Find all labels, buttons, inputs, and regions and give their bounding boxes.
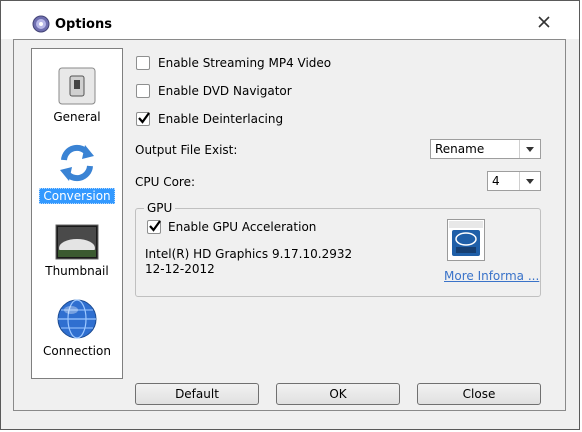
sidebar-item-label: General bbox=[53, 110, 101, 124]
cpu-core-label: CPU Core: bbox=[135, 175, 196, 189]
sidebar-item-label: Thumbnail bbox=[45, 264, 109, 278]
switch-icon bbox=[58, 67, 96, 105]
refresh-arrows-icon bbox=[60, 144, 94, 182]
output-file-exist-label: Output File Exist: bbox=[135, 143, 238, 157]
sidebar-item-connection[interactable]: Connection bbox=[32, 298, 122, 358]
chevron-down-icon bbox=[519, 140, 534, 158]
sidebar-item-thumbnail[interactable]: Thumbnail bbox=[32, 224, 122, 278]
output-file-exist-select[interactable]: Rename bbox=[430, 139, 541, 159]
image-icon bbox=[55, 224, 99, 260]
gpu-group-label: GPU bbox=[144, 201, 176, 215]
cpu-core-value: 4 bbox=[492, 174, 500, 188]
deinterlacing-checkbox[interactable] bbox=[136, 112, 150, 126]
gpu-adapter-text: Intel(R) HD Graphics 9.17.10.2932 bbox=[145, 247, 353, 261]
output-file-exist-value: Rename bbox=[435, 142, 485, 156]
intel-core-badge-icon bbox=[447, 219, 485, 261]
window-title: Options bbox=[55, 17, 112, 32]
title-bar: Options bbox=[1, 1, 579, 39]
chevron-down-icon bbox=[519, 172, 534, 190]
deinterlacing-label: Enable Deinterlacing bbox=[158, 112, 284, 126]
sidebar-item-conversion[interactable]: Conversion bbox=[32, 142, 122, 204]
gpu-acceleration-label: Enable GPU Acceleration bbox=[168, 220, 317, 234]
dvd-navigator-label: Enable DVD Navigator bbox=[158, 84, 292, 98]
globe-icon bbox=[57, 299, 97, 339]
more-info-link[interactable]: More Informa ... bbox=[444, 269, 539, 283]
sidebar-item-label: Conversion bbox=[39, 188, 115, 204]
streaming-mp4-checkbox[interactable] bbox=[136, 56, 150, 70]
disc-icon bbox=[32, 15, 50, 33]
sidebar-item-general[interactable]: General bbox=[32, 66, 122, 124]
streaming-mp4-label: Enable Streaming MP4 Video bbox=[158, 56, 332, 70]
gpu-acceleration-checkbox[interactable] bbox=[147, 220, 161, 234]
checkmark-icon bbox=[138, 112, 150, 124]
default-button[interactable]: Default bbox=[135, 383, 259, 405]
cpu-core-select[interactable]: 4 bbox=[487, 171, 541, 191]
dvd-navigator-checkbox[interactable] bbox=[136, 84, 150, 98]
close-button[interactable]: Close bbox=[417, 383, 541, 405]
sidebar-item-label: Connection bbox=[43, 344, 111, 358]
close-icon[interactable] bbox=[536, 14, 552, 30]
checkmark-icon bbox=[149, 220, 161, 232]
ok-button[interactable]: OK bbox=[276, 383, 400, 405]
gpu-date-text: 12-12-2012 bbox=[145, 262, 215, 276]
